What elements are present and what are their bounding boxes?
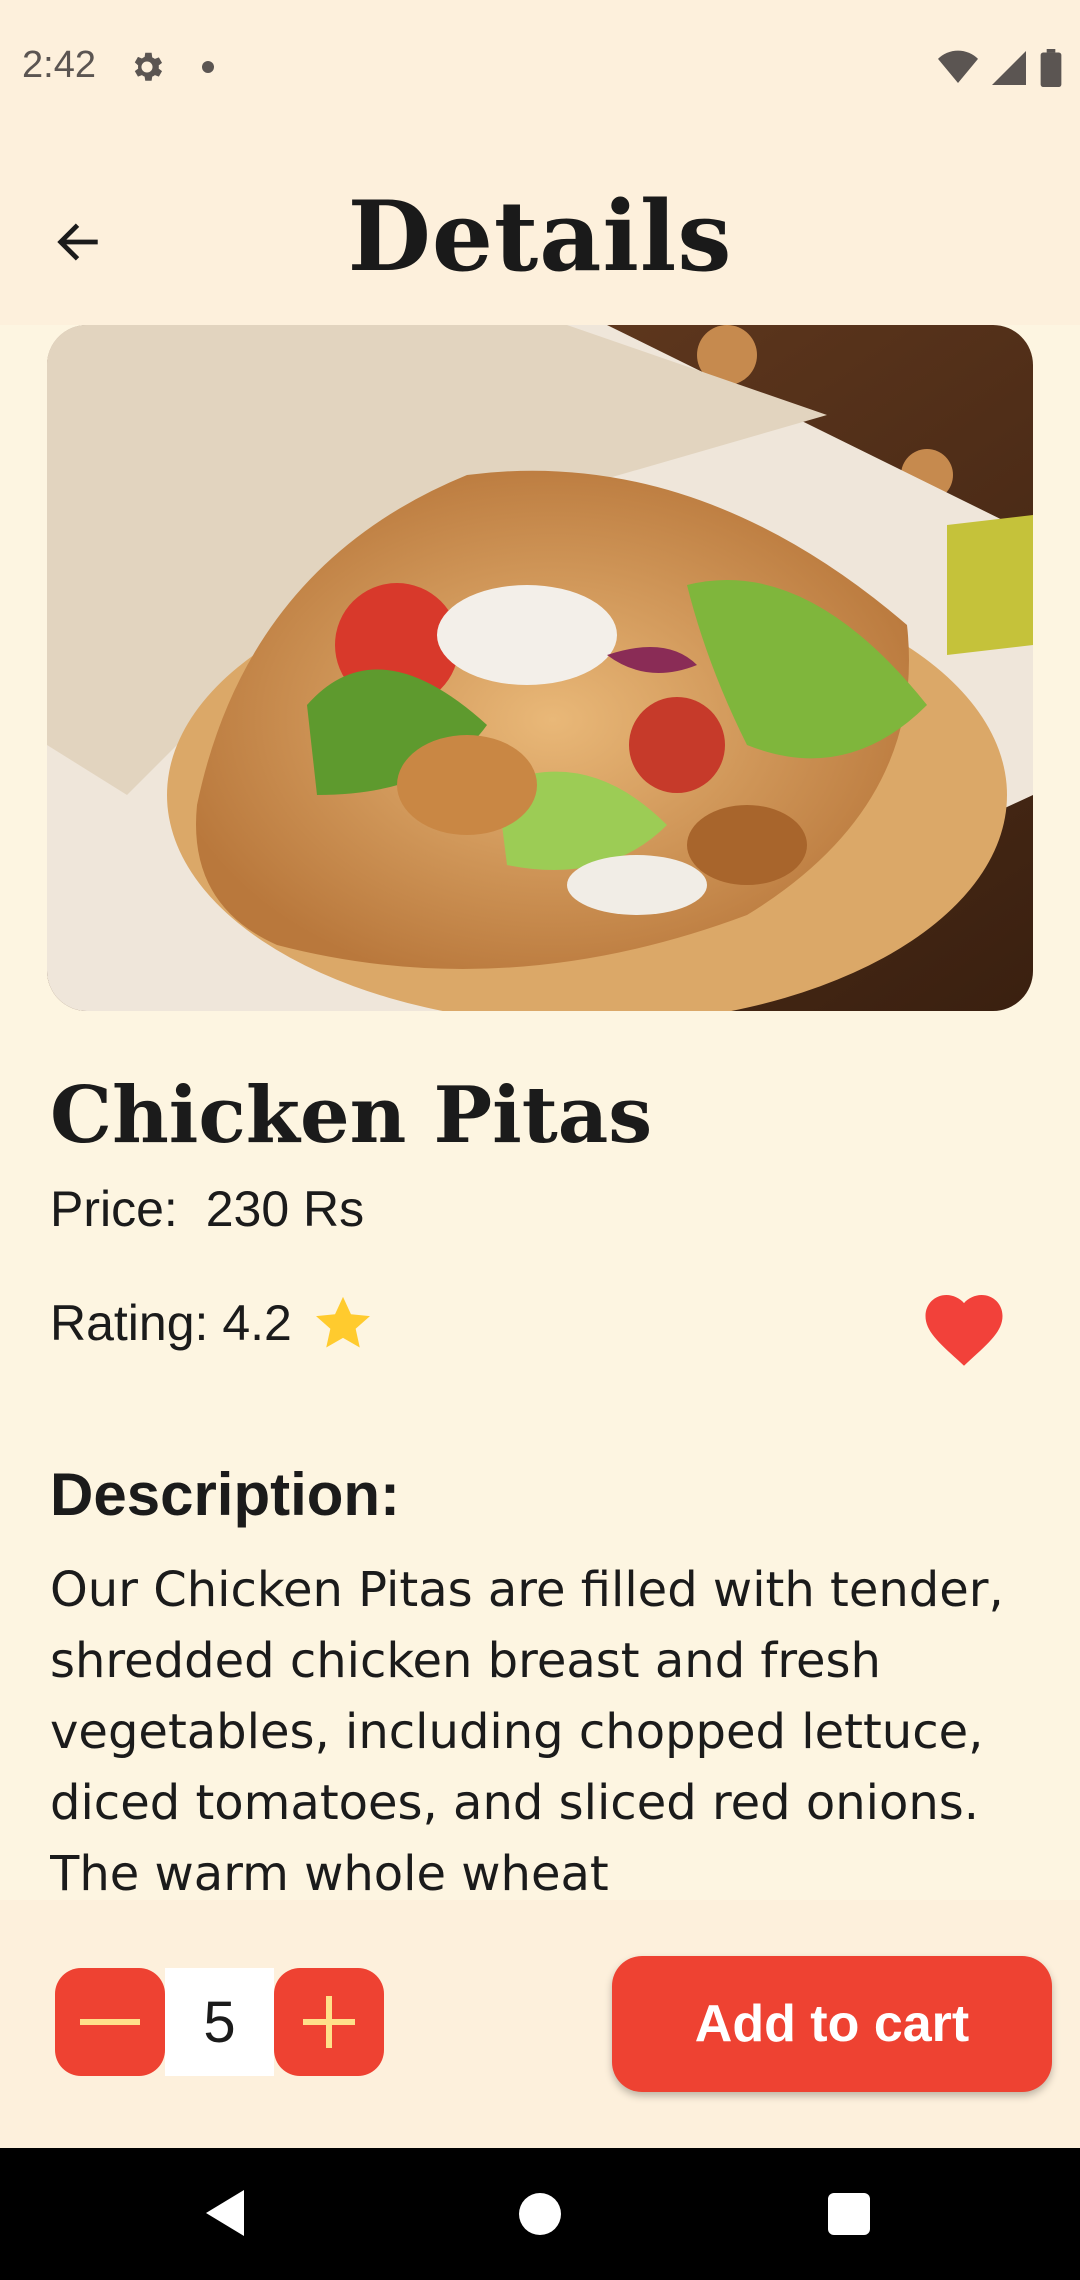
price-value: 230 Rs [205, 1181, 365, 1237]
rating-label: Rating: [50, 1295, 209, 1351]
system-navigation-bar [0, 2148, 1080, 2280]
battery-icon [1040, 49, 1062, 87]
status-bar: 2:42 [0, 0, 1080, 140]
increase-quantity-button[interactable] [274, 1968, 384, 2076]
notification-dot-icon [202, 61, 214, 73]
nav-back-icon[interactable] [204, 2188, 248, 2238]
wifi-icon [938, 50, 978, 83]
top-app-bar: Details [0, 140, 1080, 325]
add-to-cart-button[interactable]: Add to cart [612, 1956, 1052, 2092]
food-name: Chicken Pitas [50, 1070, 653, 1161]
decrease-quantity-button[interactable] [55, 1968, 165, 2076]
price-row: Price: 230 Rs [50, 1180, 378, 1238]
star-icon [315, 1296, 370, 1348]
status-time: 2:42 [22, 44, 96, 86]
description-heading: Description: [50, 1461, 401, 1528]
price-label: Price: [50, 1181, 178, 1237]
gear-icon [134, 52, 163, 81]
quantity-value: 5 [165, 1968, 274, 2076]
cell-signal-icon [992, 51, 1026, 85]
status-icons [938, 48, 1062, 88]
rating-value: 4.2 [222, 1295, 292, 1351]
minus-icon [80, 2019, 140, 2025]
favorite-heart-icon[interactable] [922, 1290, 1006, 1368]
bottom-action-bar: 5 Add to cart [0, 1900, 1080, 2148]
details-screen: 2:42 Details Chicken Pitas Price: 230 Rs… [0, 0, 1080, 2280]
food-image [47, 325, 1033, 1011]
nav-home-icon[interactable] [519, 2193, 561, 2235]
nav-recents-icon[interactable] [828, 2193, 870, 2235]
details-content[interactable]: Chicken Pitas Price: 230 Rs Rating: 4.2 … [0, 325, 1080, 1900]
chicken-pita-photo [47, 325, 1033, 1011]
description-text: Our Chicken Pitas are filled with tender… [50, 1562, 1004, 1900]
rating-row: Rating: 4.2 [50, 1290, 376, 1356]
page-title: Details [347, 180, 733, 293]
plus-icon [303, 1996, 355, 2048]
